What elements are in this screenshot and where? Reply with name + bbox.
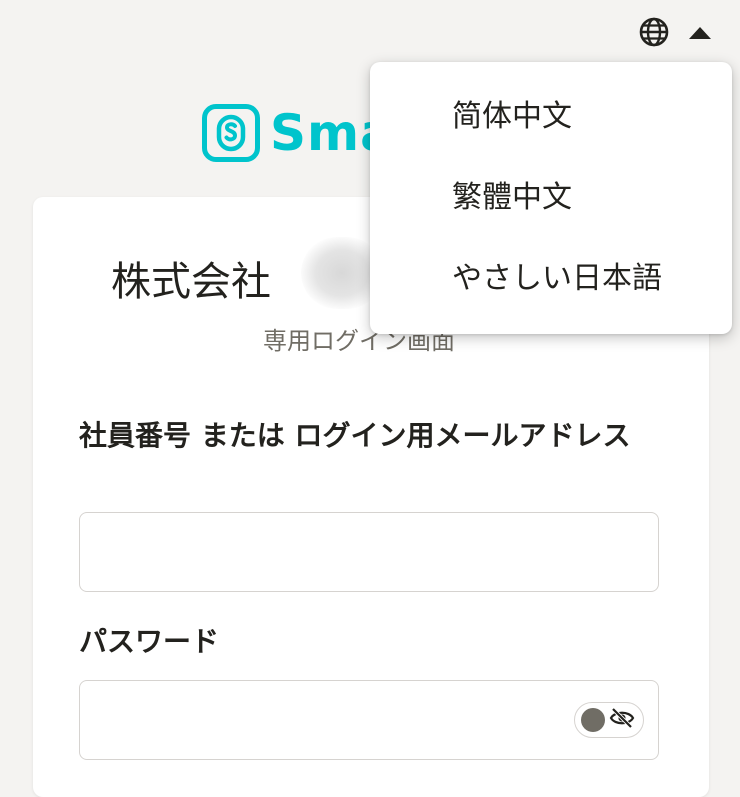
eye-slash-icon [609,707,635,733]
toggle-knob [581,708,605,732]
smarthr-logo-icon [202,104,260,162]
language-button[interactable] [636,16,672,52]
language-option-simplified-chinese[interactable]: 简体中文 [370,72,732,153]
password-visibility-toggle[interactable] [574,702,644,738]
email-field[interactable] [79,512,659,592]
dropdown-caret-button[interactable] [688,24,712,42]
password-field[interactable] [79,680,659,760]
password-field-label: パスワード [79,625,220,658]
logo: Sma [202,104,395,162]
caret-up-icon [689,24,711,43]
language-option-traditional-chinese[interactable]: 繁體中文 [370,153,732,234]
company-name: 株式会社 [111,259,271,305]
globe-icon [638,16,670,52]
language-option-easy-japanese[interactable]: やさしい日本語 [370,234,732,315]
language-menu: 简体中文 繁體中文 やさしい日本語 [370,62,732,334]
email-field-label: 社員番号 または ログイン用メールアドレス [79,419,631,452]
